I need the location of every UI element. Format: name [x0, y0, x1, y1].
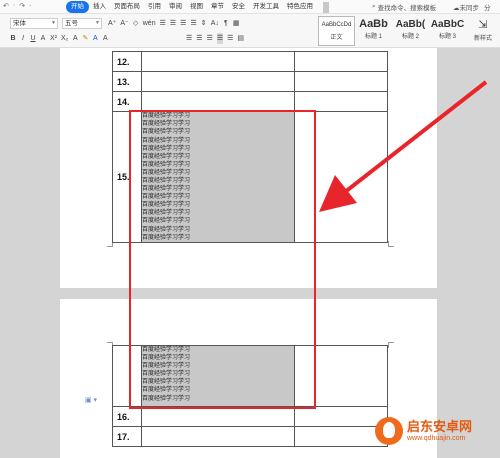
annotation-arrow: [319, 80, 488, 212]
watermark-title: 启东安卓网: [407, 419, 473, 434]
watermark-url: www.qdhuajin.com: [407, 435, 466, 442]
site-watermark: 启东安卓网 www.qdhuajin.com: [375, 417, 472, 445]
watermark-logo-icon: [375, 417, 403, 445]
